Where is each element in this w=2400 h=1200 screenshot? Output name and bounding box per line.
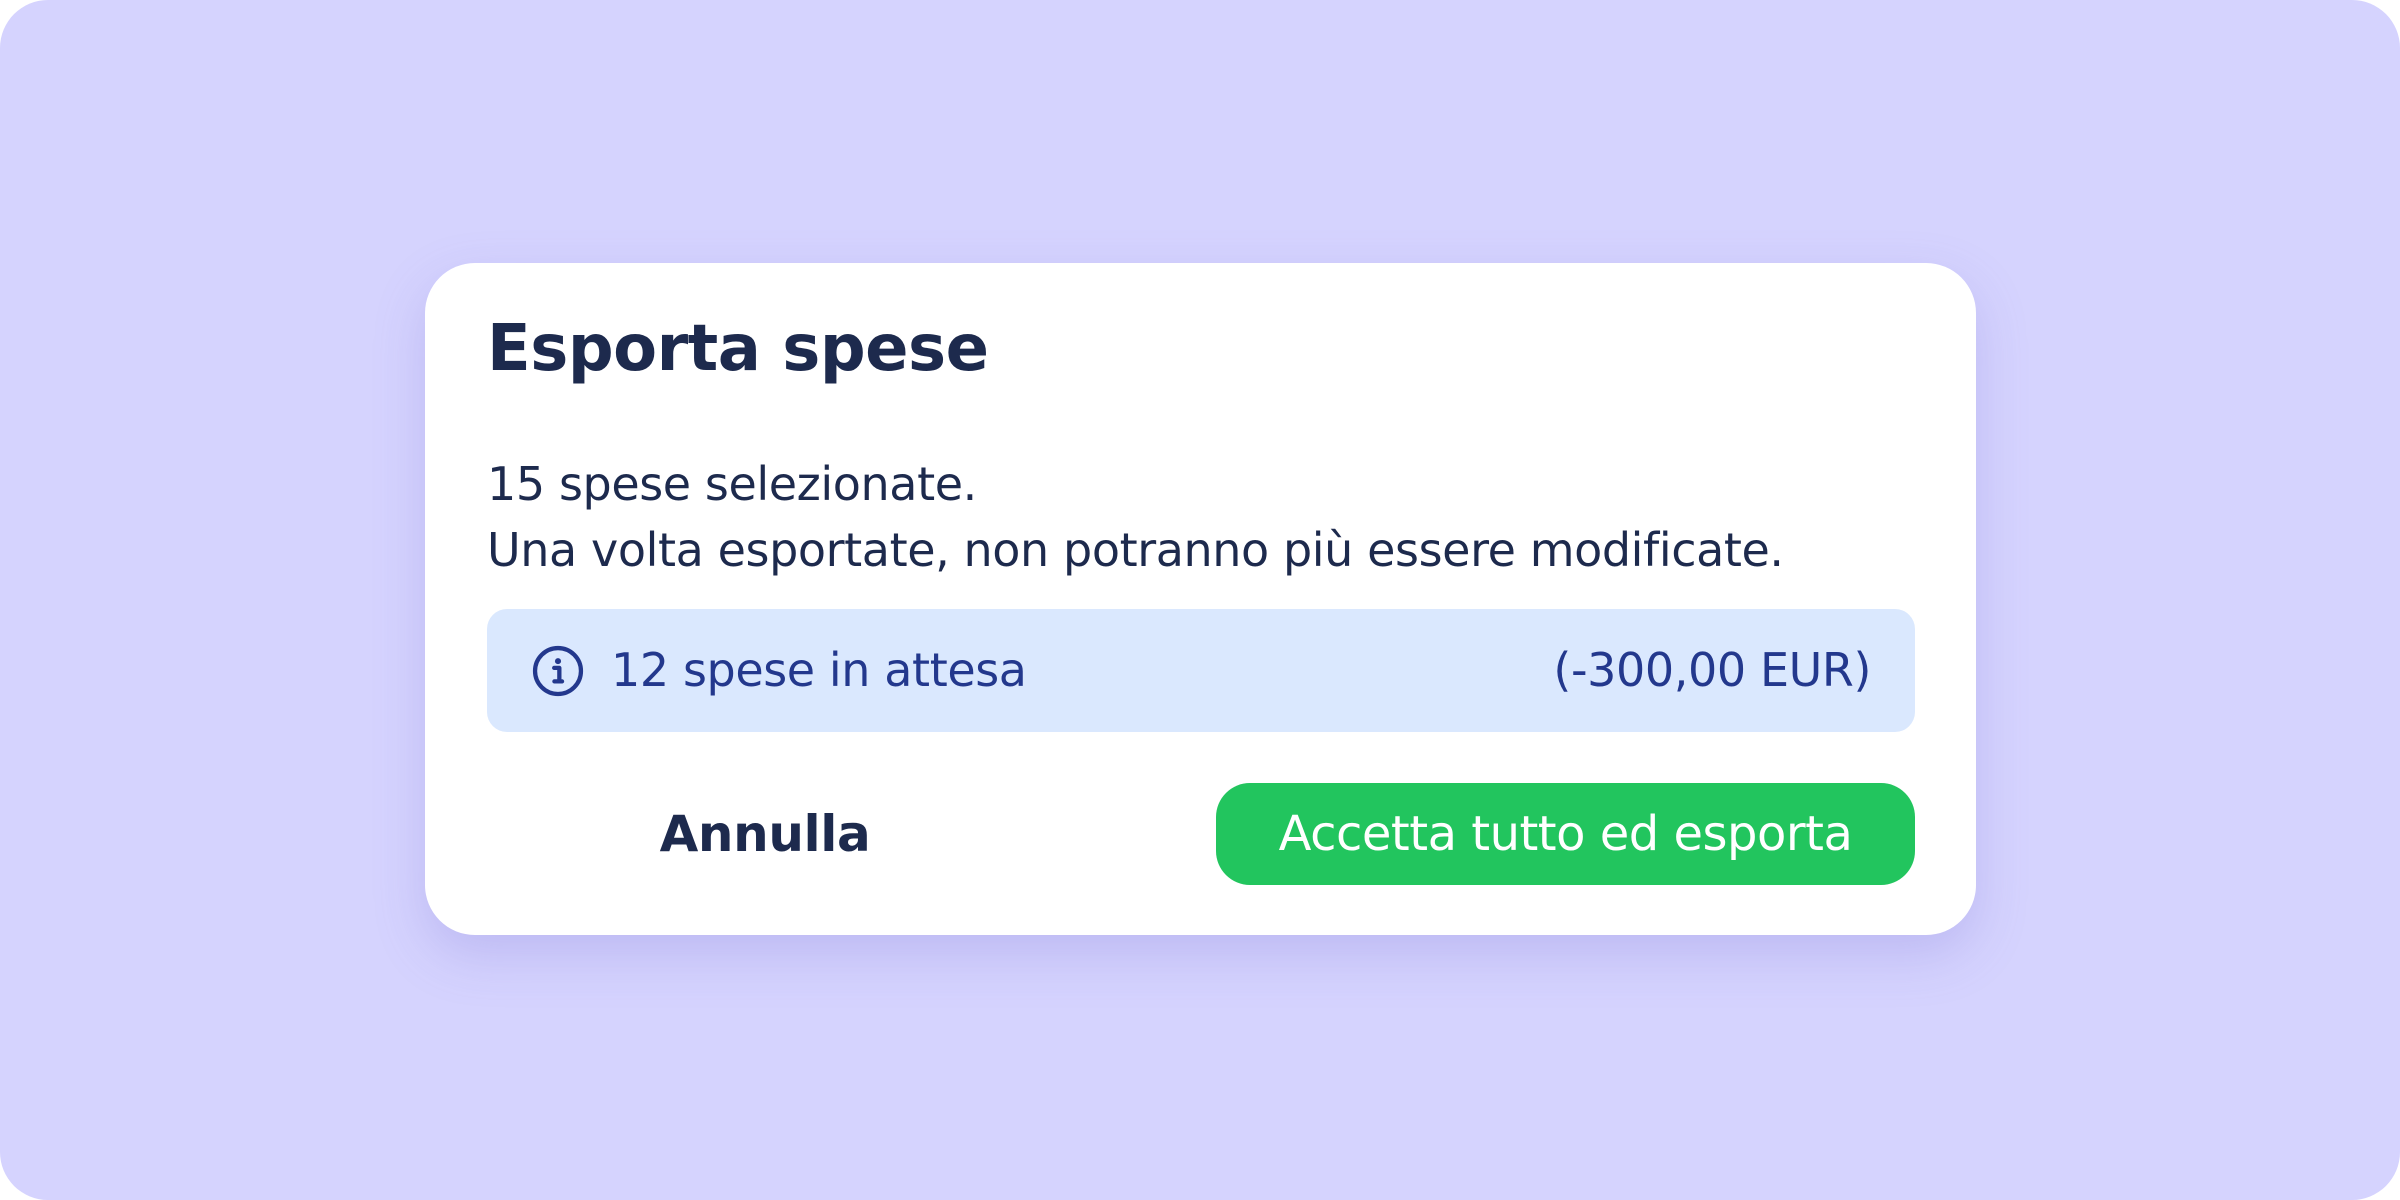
export-expenses-dialog: Esporta spese 15 spese selezionate. Una …	[425, 263, 1976, 935]
pending-expenses-text: 12 spese in attesa	[611, 643, 1027, 697]
pending-expenses-banner: 12 spese in attesa (-300,00 EUR)	[487, 609, 1915, 732]
export-warning-text: Una volta esportate, non potranno più es…	[487, 523, 1784, 577]
info-icon	[532, 645, 584, 697]
dialog-description: 15 spese selezionate. Una volta esportat…	[487, 451, 1784, 583]
background: Esporta spese 15 spese selezionate. Una …	[0, 0, 2400, 1200]
cancel-button[interactable]: Annulla	[487, 783, 1043, 885]
dialog-title: Esporta spese	[487, 312, 989, 386]
pending-expenses-amount: (-300,00 EUR)	[1553, 643, 1871, 697]
accept-all-and-export-button[interactable]: Accetta tutto ed esporta	[1216, 783, 1915, 885]
selected-count-text: 15 spese selezionate.	[487, 457, 977, 511]
